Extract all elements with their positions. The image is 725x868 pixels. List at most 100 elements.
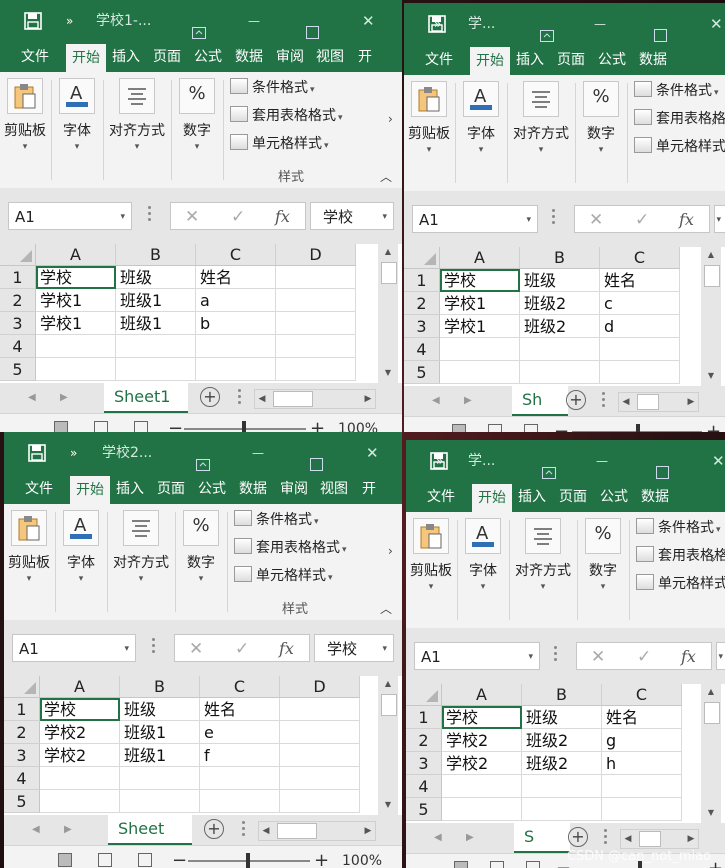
cell[interactable]: 学校1 [36,289,116,312]
scroll-right-icon[interactable]: ▶ [361,390,375,408]
tab-3[interactable]: 插入 [512,482,552,512]
cell[interactable] [600,361,680,384]
ribbon-display-options-icon[interactable] [192,14,206,39]
formula-input[interactable]: 学校▾ [310,202,394,230]
collapse-ribbon-icon[interactable]: ︿ [380,168,392,185]
number-button[interactable]: % 数字 ▾ [176,510,226,584]
cancel-icon[interactable]: ✕ [591,643,605,671]
tab-2[interactable]: 开始 [66,44,106,72]
scroll-left-icon[interactable]: ◀ [255,390,269,408]
insert-function-icon[interactable]: fx [275,203,290,231]
cell[interactable] [280,767,360,790]
tab-1[interactable]: 文件 [410,482,472,512]
zoom-slider-thumb[interactable] [246,853,250,868]
font-button[interactable]: A 字体 ▾ [56,510,106,584]
tab-3[interactable]: 插入 [510,45,550,75]
name-box[interactable]: A1 ▾ [8,202,132,230]
alignment-button[interactable]: 对齐方式 ▾ [108,510,174,584]
zoom-in-button[interactable]: + [314,846,329,868]
cell[interactable]: 姓名 [200,698,280,721]
tab-9[interactable]: 开 [354,474,384,504]
cell[interactable] [116,358,196,381]
formula-bar-splitter[interactable] [148,206,152,222]
enter-icon[interactable]: ✓ [635,206,649,234]
insert-function-icon[interactable]: fx [279,635,294,663]
tab-6[interactable]: 数据 [632,45,674,75]
cell[interactable]: 班级2 [522,752,602,775]
cell[interactable] [200,790,280,813]
number-button[interactable]: % 数字 ▾ [578,518,628,592]
cell[interactable]: 学校 [442,706,522,729]
row-header[interactable]: 1 [404,269,440,292]
conditional-format-button[interactable]: 条件格式 ▾ [230,78,315,98]
cell[interactable]: 学校1 [440,315,520,338]
prev-sheet-icon[interactable]: ◀ [432,386,440,416]
column-header[interactable]: A [442,684,522,706]
alignment-button[interactable]: 对齐方式 ▾ [104,78,170,152]
page-break-view-icon[interactable] [526,861,540,868]
cell[interactable] [602,798,682,821]
font-button[interactable]: A 字体 ▾ [52,78,102,152]
scroll-thumb[interactable] [277,823,317,839]
cell[interactable]: 班级2 [520,315,600,338]
number-button[interactable]: % 数字 ▾ [172,78,222,152]
zoom-level[interactable]: 100% [338,414,378,432]
cell-style-button[interactable]: 单元格样式▾ [634,137,725,157]
cell[interactable]: e [200,721,280,744]
tab-6[interactable]: 数据 [634,482,676,512]
cell[interactable]: g [602,729,682,752]
row-header[interactable]: 2 [4,721,40,744]
cell[interactable]: 学校2 [40,744,120,767]
scroll-up-icon[interactable]: ▲ [378,676,398,692]
scroll-down-icon[interactable]: ▼ [378,365,398,381]
horizontal-scrollbar[interactable]: ◀ ▶ [618,392,699,412]
column-header[interactable]: C [200,676,280,698]
column-header[interactable]: C [600,247,680,269]
cell[interactable] [522,798,602,821]
scroll-thumb[interactable] [704,265,720,287]
row-header[interactable]: 4 [404,338,440,361]
cancel-icon[interactable]: ✕ [189,635,203,663]
tab-2[interactable]: 开始 [70,476,110,504]
row-header[interactable]: 4 [0,335,36,358]
tab-6[interactable]: 数据 [232,474,274,504]
add-sheet-icon[interactable]: + [568,827,588,847]
scroll-right-icon[interactable]: ▶ [684,830,698,848]
page-break-view-icon[interactable] [138,853,152,867]
close-icon[interactable]: ✕ [712,440,725,482]
formula-input[interactable]: 学校▾ [716,642,725,670]
cancel-icon[interactable]: ✕ [589,206,603,234]
row-header[interactable]: 2 [406,729,442,752]
cell[interactable] [36,335,116,358]
tab-2[interactable]: 开始 [470,47,510,75]
cell[interactable]: 班级2 [520,292,600,315]
select-all-button[interactable] [404,247,440,269]
cell[interactable] [280,744,360,767]
collapse-ribbon-icon[interactable]: ︿ [380,600,392,617]
tab-5[interactable]: 公式 [192,474,232,504]
column-header[interactable]: B [120,676,200,698]
tab-3[interactable]: 插入 [110,474,150,504]
minimize-icon[interactable]: — [248,0,260,42]
cell[interactable]: 班级 [120,698,200,721]
chevron-down-icon[interactable]: ▾ [382,203,387,231]
conditional-format-button[interactable]: 条件格式 ▾ [636,518,721,538]
next-sheet-icon[interactable]: ▶ [464,386,472,416]
scroll-thumb[interactable] [273,391,313,407]
cell[interactable]: 班级 [520,269,600,292]
scroll-thumb[interactable] [381,694,397,716]
name-box[interactable]: A1 ▾ [12,634,136,662]
quick-access-more-icon[interactable]: » [66,0,73,42]
cell[interactable]: a [196,289,276,312]
tab-4[interactable]: 页面 [146,42,188,72]
row-header[interactable]: 3 [404,315,440,338]
column-header[interactable]: B [520,247,600,269]
page-layout-view-icon[interactable] [94,421,108,432]
scroll-thumb[interactable] [639,831,661,847]
cell[interactable] [440,361,520,384]
row-header[interactable]: 5 [4,790,40,813]
cell-style-button[interactable]: 单元格样式▾ [230,134,329,154]
row-header[interactable]: 2 [0,289,36,312]
cell[interactable]: c [600,292,680,315]
formula-bar-splitter[interactable] [552,209,556,225]
